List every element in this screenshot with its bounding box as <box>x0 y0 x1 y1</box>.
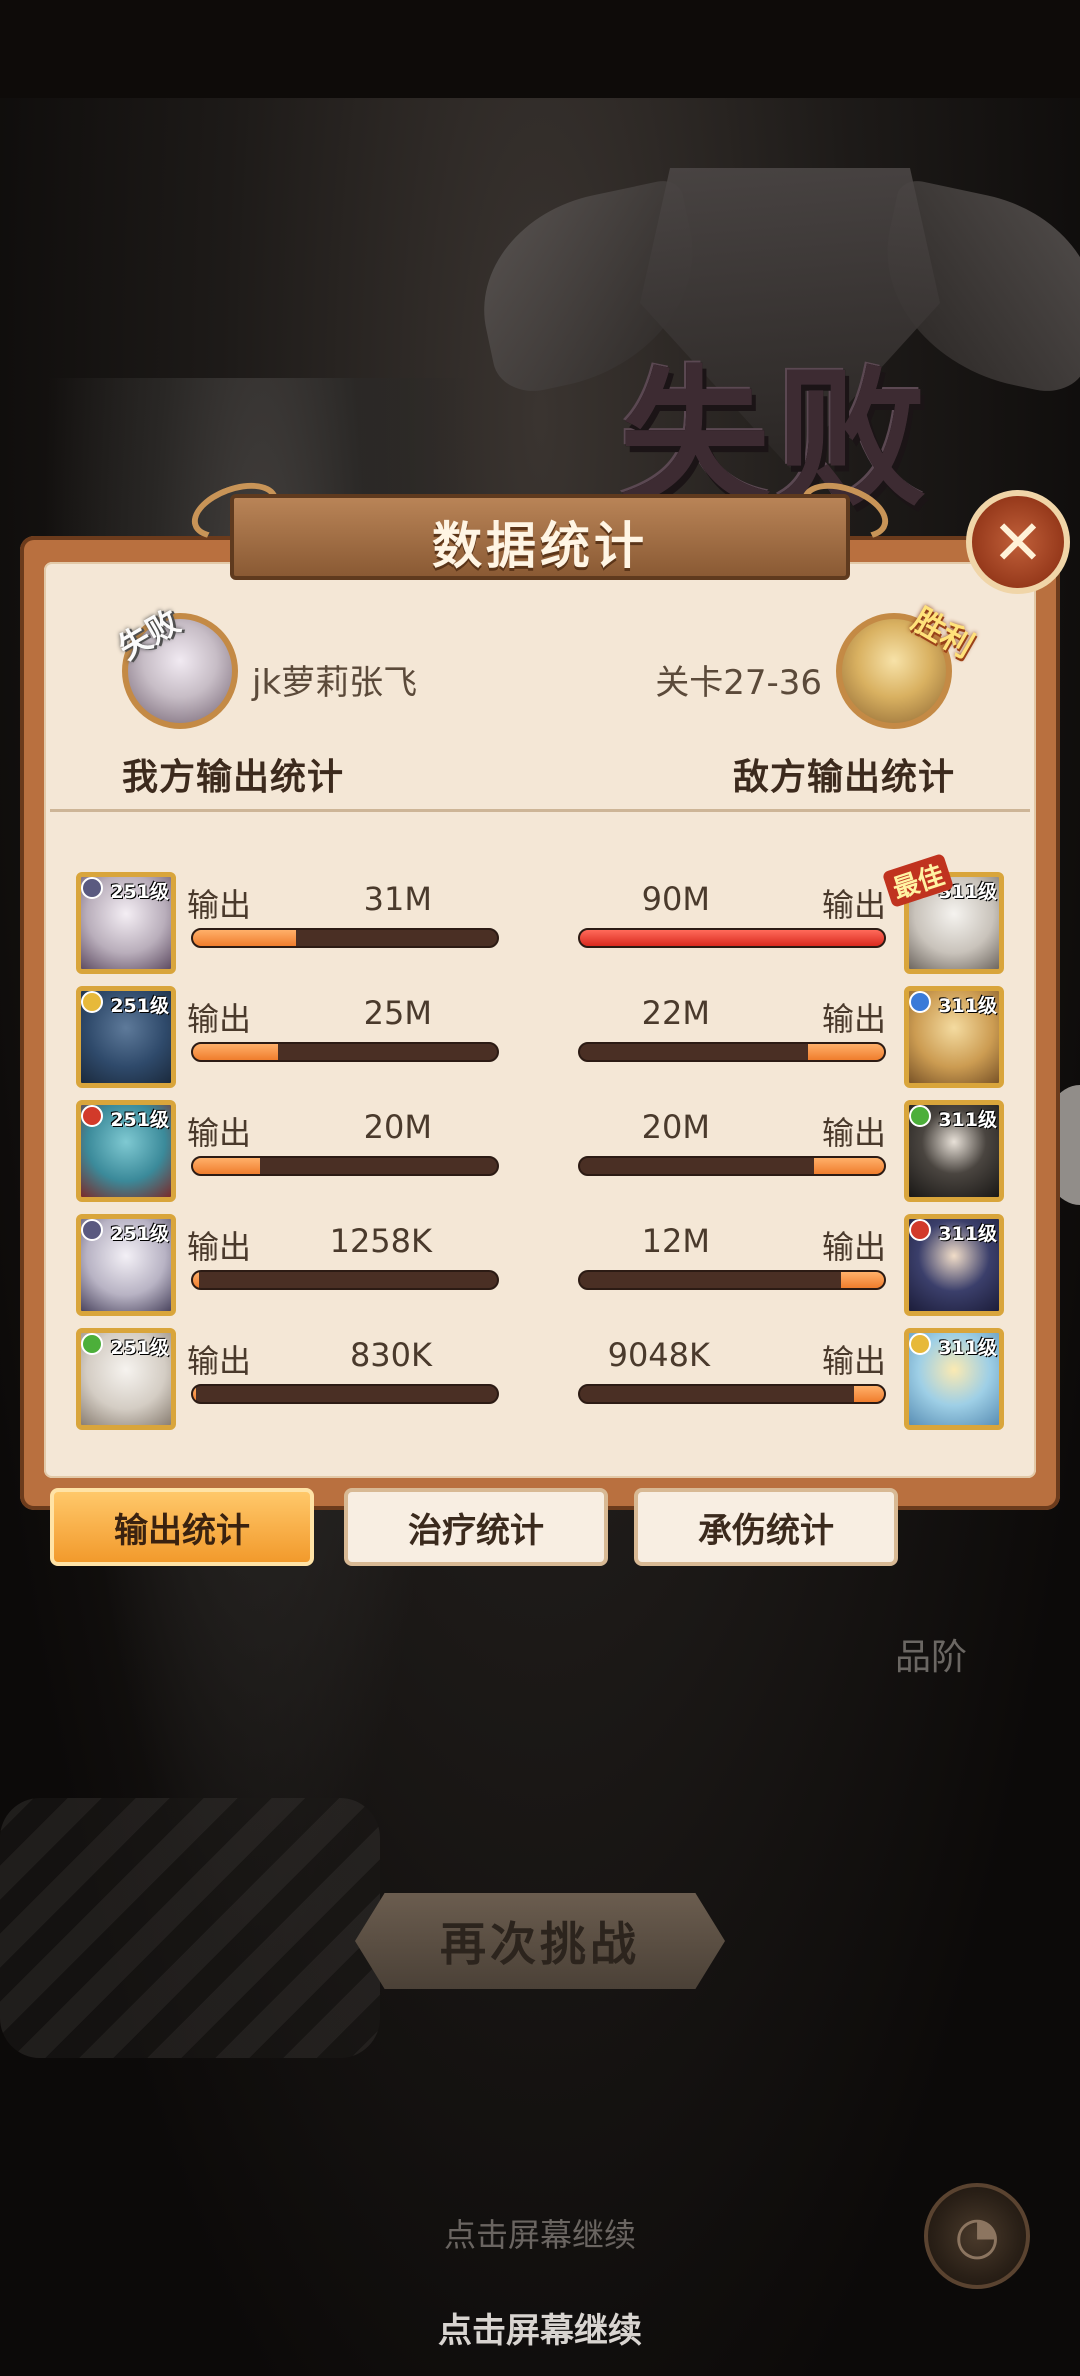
panel-title-plate: 数据统计 <box>184 472 896 594</box>
element-icon <box>909 991 931 1013</box>
ally-hero-portrait[interactable]: 251级 <box>76 1214 176 1316</box>
ally-output-label: 输出 <box>187 1114 252 1152</box>
enemy-output-value: 12M <box>641 1222 710 1260</box>
element-icon <box>909 1333 931 1355</box>
ally-section-title: 我方输出统计 <box>122 757 345 798</box>
pie-chart-icon[interactable]: ◔ <box>924 2183 1030 2289</box>
stat-row: 251级 输出 1258K 12M 输出 311级 <box>0 1214 1080 1324</box>
ally-hero-portrait[interactable]: 251级 <box>76 1328 176 1430</box>
enemy-output-bar <box>578 928 886 948</box>
enemy-output-fill <box>853 1386 884 1402</box>
ally-hero-portrait[interactable]: 251级 <box>76 1100 176 1202</box>
enemy-hero-portrait[interactable]: 311级 <box>904 1328 1004 1430</box>
ally-output-fill <box>193 1272 200 1288</box>
stage-name: 关卡27-36 <box>655 663 822 703</box>
ally-output-value: 20M <box>363 1108 432 1146</box>
ally-output-bar <box>191 1270 499 1290</box>
ally-output-label: 输出 <box>187 1342 252 1380</box>
hero-level: 251级 <box>110 881 169 903</box>
tab-damage-taken[interactable]: 承伤统计 <box>634 1488 898 1566</box>
enemy-output-fill <box>841 1272 884 1288</box>
enemy-output-bar <box>578 1270 886 1290</box>
enemy-hero-portrait[interactable]: 311级 <box>904 1214 1004 1316</box>
ally-output-bar <box>191 1156 499 1176</box>
enemy-output-bar <box>578 1384 886 1404</box>
ally-output-label: 输出 <box>187 886 252 924</box>
enemy-output-bar <box>578 1042 886 1062</box>
divider <box>50 809 1030 812</box>
element-icon <box>81 1333 103 1355</box>
chain-decoration <box>0 1798 380 2058</box>
stat-row: 251级 输出 20M 20M 输出 311级 <box>0 1100 1080 1210</box>
enemy-hero-portrait[interactable]: 311级 <box>904 1100 1004 1202</box>
enemy-output-label: 输出 <box>822 886 887 924</box>
enemy-output-value: 90M <box>641 880 710 918</box>
element-icon <box>81 1219 103 1241</box>
panel-title: 数据统计 <box>432 517 648 575</box>
retry-label: 再次挑战 <box>440 1917 640 1971</box>
enemy-output-label: 输出 <box>822 1228 887 1266</box>
hero-level: 311级 <box>938 1109 997 1131</box>
element-icon <box>909 1219 931 1241</box>
retry-button[interactable]: 再次挑战 <box>355 1893 725 1989</box>
close-icon[interactable]: ✕ <box>966 490 1070 594</box>
enemy-output-fill <box>814 1158 884 1174</box>
ally-output-value: 1258K <box>329 1222 432 1260</box>
ally-output-value: 25M <box>363 994 432 1032</box>
stat-row: 251级 输出 31M 90M 输出 311级 最佳 <box>0 853 1080 982</box>
hero-level: 311级 <box>938 1337 997 1359</box>
stat-row: 251级 输出 25M 22M 输出 311级 <box>0 986 1080 1096</box>
enemy-output-fill <box>580 930 884 946</box>
ally-output-fill <box>193 1044 279 1060</box>
hero-level: 251级 <box>110 1337 169 1359</box>
ally-output-label: 输出 <box>187 1228 252 1266</box>
enemy-output-fill <box>808 1044 884 1060</box>
ally-hero-portrait[interactable]: 251级 <box>76 872 176 974</box>
ally-output-label: 输出 <box>187 1000 252 1038</box>
ally-output-bar <box>191 1042 499 1062</box>
ally-output-bar <box>191 928 499 948</box>
ally-output-fill <box>193 1386 197 1402</box>
enemy-output-label: 输出 <box>822 1000 887 1038</box>
stat-row: 251级 输出 830K 9048K 输出 311级 <box>0 1328 1080 1438</box>
continue-hint[interactable]: 点击屏幕继续 <box>0 2303 1080 2352</box>
ally-output-value: 830K <box>349 1336 432 1374</box>
enemy-hero-portrait[interactable]: 311级 <box>904 986 1004 1088</box>
hero-level: 311级 <box>938 1223 997 1245</box>
tab-healing[interactable]: 治疗统计 <box>344 1488 608 1566</box>
hero-level: 251级 <box>110 995 169 1017</box>
ally-output-fill <box>193 1158 260 1174</box>
element-icon <box>81 877 103 899</box>
element-icon <box>909 1105 931 1127</box>
element-icon <box>81 1105 103 1127</box>
ally-output-fill <box>193 930 297 946</box>
enemy-section-title: 敌方输出统计 <box>732 757 955 798</box>
hero-level: 311级 <box>938 995 997 1017</box>
ally-output-value: 31M <box>363 880 432 918</box>
stats-tabs: 输出统计 治疗统计 承伤统计 <box>0 1488 1080 1568</box>
element-icon <box>81 991 103 1013</box>
ally-hero-portrait[interactable]: 251级 <box>76 986 176 1088</box>
enemy-output-bar <box>578 1156 886 1176</box>
grade-label: 品阶 <box>895 1637 968 1678</box>
enemy-output-value: 9048K <box>607 1336 710 1374</box>
player-name: jk萝莉张飞 <box>252 663 418 703</box>
tab-output[interactable]: 输出统计 <box>50 1488 314 1566</box>
enemy-output-value: 22M <box>641 994 710 1032</box>
enemy-output-label: 输出 <box>822 1114 887 1152</box>
continue-hint-dim: 点击屏幕继续 <box>443 2216 636 2254</box>
hero-level: 251级 <box>110 1223 169 1245</box>
hero-level: 251级 <box>110 1109 169 1131</box>
enemy-output-label: 输出 <box>822 1342 887 1380</box>
enemy-output-value: 20M <box>641 1108 710 1146</box>
ally-output-bar <box>191 1384 499 1404</box>
